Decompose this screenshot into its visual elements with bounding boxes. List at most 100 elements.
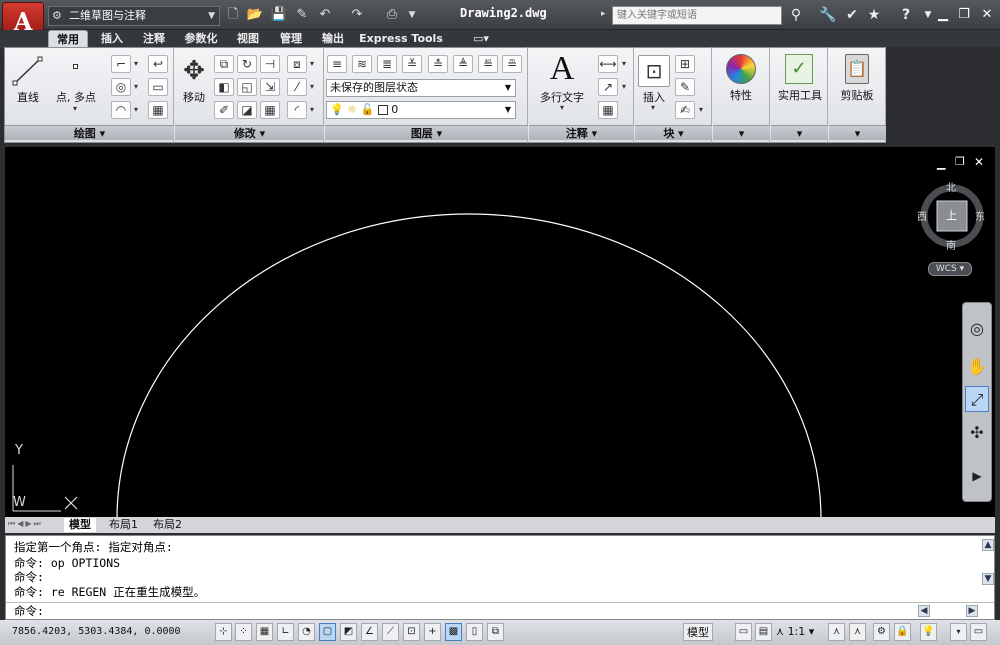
fillet-icon[interactable]: ◱: [237, 78, 257, 96]
showmotion-icon[interactable]: ▶: [965, 463, 989, 489]
linear-dimension-icon[interactable]: ⟷: [598, 55, 618, 73]
wcs-menu[interactable]: WCS ▾: [928, 262, 972, 276]
annotation-panel-label[interactable]: 注释 ▾: [529, 125, 634, 140]
layout-tab-1[interactable]: 布局1: [104, 518, 143, 532]
table-icon[interactable]: ▦: [598, 101, 618, 119]
move-tool-icon[interactable]: ✥: [178, 55, 210, 87]
restore-window-button[interactable]: ❐: [955, 6, 973, 24]
copy-icon[interactable]: ⧉: [214, 55, 234, 73]
steering-wheel-icon[interactable]: ◎: [965, 316, 989, 342]
utilities-icon[interactable]: ✓: [785, 54, 813, 84]
lineweight-icon[interactable]: +: [424, 623, 441, 641]
multileader-icon[interactable]: ↗: [598, 78, 618, 96]
layer-off-icon[interactable]: ≚: [402, 55, 422, 73]
utilities-panel-label[interactable]: ▾: [771, 125, 828, 140]
layers-panel-label[interactable]: 图层 ▾: [325, 125, 528, 140]
viewcube-top-label[interactable]: 上: [946, 207, 957, 223]
subscription-icon[interactable]: ✔: [842, 6, 862, 24]
zoom-extents-icon[interactable]: ⤢: [965, 386, 989, 412]
model-space-toggle[interactable]: 模型: [683, 623, 713, 641]
offset-icon[interactable]: ◜: [287, 101, 307, 119]
tab-express-tools[interactable]: Express Tools: [358, 30, 444, 47]
clean-screen-icon[interactable]: ▭: [970, 623, 987, 641]
drawing-canvas[interactable]: Y W ▁ ❐ ✕ 北 南 东 西 上: [5, 147, 995, 517]
tab-output[interactable]: 输出: [314, 30, 352, 47]
mtext-dropdown-icon[interactable]: ▾: [560, 103, 564, 112]
isolate-objects-icon[interactable]: 💡: [920, 623, 937, 641]
scroll-up-icon[interactable]: ▲: [982, 539, 994, 551]
viewport-close-button[interactable]: ✕: [974, 155, 984, 169]
new-file-icon[interactable]: 🗋: [224, 6, 242, 24]
point-dropdown-icon[interactable]: ▾: [73, 104, 77, 113]
hatch-icon[interactable]: ▦: [148, 101, 168, 119]
clipboard-panel-label[interactable]: ▾: [829, 125, 886, 140]
trim-icon[interactable]: ⊣: [260, 55, 280, 73]
polar-tracking-icon[interactable]: ◔: [298, 623, 315, 641]
layer-lock-icon[interactable]: ≛: [428, 55, 448, 73]
dynamic-ucs-icon[interactable]: ⟋: [382, 623, 399, 641]
insert-block-icon[interactable]: ⊡: [638, 55, 670, 87]
scale-icon[interactable]: ◪: [237, 101, 257, 119]
tab-manage[interactable]: 管理: [272, 30, 310, 47]
save-as-icon[interactable]: ✎: [293, 6, 311, 24]
status-bar-menu-icon[interactable]: ▾: [950, 623, 967, 641]
explode-icon[interactable]: ⁄: [287, 78, 307, 96]
ribbon-minimize-toggle-icon[interactable]: ▭▾: [464, 30, 498, 47]
auto-scale-icon[interactable]: ⋏: [849, 623, 866, 641]
viewport-minimize-button[interactable]: ▁: [937, 157, 945, 170]
rotate-icon[interactable]: ↻: [237, 55, 257, 73]
layer-state-dropdown[interactable]: 未保存的图层状态 ▼: [326, 79, 516, 97]
quick-access-dropdown-icon[interactable]: ▼: [403, 6, 421, 24]
coordinate-readout[interactable]: 7856.4203, 5303.4384, 0.0000: [12, 626, 181, 637]
circle-icon[interactable]: ◎: [111, 78, 131, 96]
snap-mode-icon[interactable]: ⁘: [235, 623, 252, 641]
dynamic-input-icon[interactable]: ⊡: [403, 623, 420, 641]
layer-freeze-icon[interactable]: ≣: [377, 55, 397, 73]
layer-walk-icon[interactable]: ≞: [502, 55, 522, 73]
viewcube-east[interactable]: 东: [975, 208, 985, 223]
arc-icon[interactable]: ◠: [111, 101, 131, 119]
layout-tab-2[interactable]: 布局2: [148, 518, 187, 532]
modify-panel-label[interactable]: 修改 ▾: [175, 125, 324, 140]
erase-icon[interactable]: ⧈: [287, 55, 307, 73]
favorites-star-icon[interactable]: ★: [864, 6, 884, 24]
spline-icon[interactable]: ↩: [148, 55, 168, 73]
quick-view-drawings-icon[interactable]: ▤: [755, 623, 772, 641]
workspace-dropdown[interactable]: ⚙ 二维草图与注释 ▼: [48, 6, 220, 26]
line-tool-icon[interactable]: [12, 55, 44, 87]
create-block-icon[interactable]: ⊞: [675, 55, 695, 73]
wrench-icon[interactable]: 🔧: [818, 6, 838, 24]
layer-properties-icon[interactable]: ≡: [327, 55, 347, 73]
viewcube-north[interactable]: 北: [946, 179, 956, 194]
layer-match-icon[interactable]: ≜: [453, 55, 473, 73]
viewport-restore-button[interactable]: ❐: [955, 155, 965, 168]
layer-dropdown[interactable]: 💡 ☼ 🔓 0 ▼: [326, 101, 516, 119]
layer-isolate-icon[interactable]: ≋: [352, 55, 372, 73]
attributes-dropdown-icon[interactable]: ▾: [699, 105, 703, 114]
tab-annotate[interactable]: 注释: [134, 30, 174, 47]
pan-hand-icon[interactable]: ✋: [965, 354, 989, 380]
ortho-mode-icon[interactable]: ∟: [277, 623, 294, 641]
infer-constraints-icon[interactable]: ⊹: [215, 623, 232, 641]
clipboard-icon[interactable]: 📋: [845, 54, 869, 84]
erase-dropdown-icon[interactable]: ▾: [310, 59, 314, 68]
line-tool-label[interactable]: 直线: [10, 89, 46, 105]
grid-display-icon[interactable]: ▦: [256, 623, 273, 641]
stretch-icon[interactable]: ⇲: [260, 78, 280, 96]
quick-properties-icon[interactable]: ▯: [466, 623, 483, 641]
rectangle-icon[interactable]: ▭: [148, 78, 168, 96]
array-icon[interactable]: ▦: [260, 101, 280, 119]
object-snap-tracking-icon[interactable]: ∠: [361, 623, 378, 641]
polyline-icon[interactable]: ⌐: [111, 55, 131, 73]
workspace-switching-icon[interactable]: ⚙: [873, 623, 890, 641]
command-input[interactable]: [6, 602, 994, 619]
properties-color-wheel-icon[interactable]: [726, 54, 756, 84]
annotation-visibility-icon[interactable]: ⋏: [828, 623, 845, 641]
undo-icon[interactable]: ↶: [316, 6, 334, 24]
offset-dropdown-icon[interactable]: ▾: [310, 105, 314, 114]
clipboard-button[interactable]: 剪贴板: [830, 87, 884, 103]
layout-nav-arrows-icon[interactable]: ⏮◀▶⏭: [8, 519, 43, 529]
arc-entity[interactable]: [116, 213, 822, 517]
arc-dropdown-icon[interactable]: ▾: [134, 105, 138, 114]
layer-previous-icon[interactable]: ≝: [478, 55, 498, 73]
